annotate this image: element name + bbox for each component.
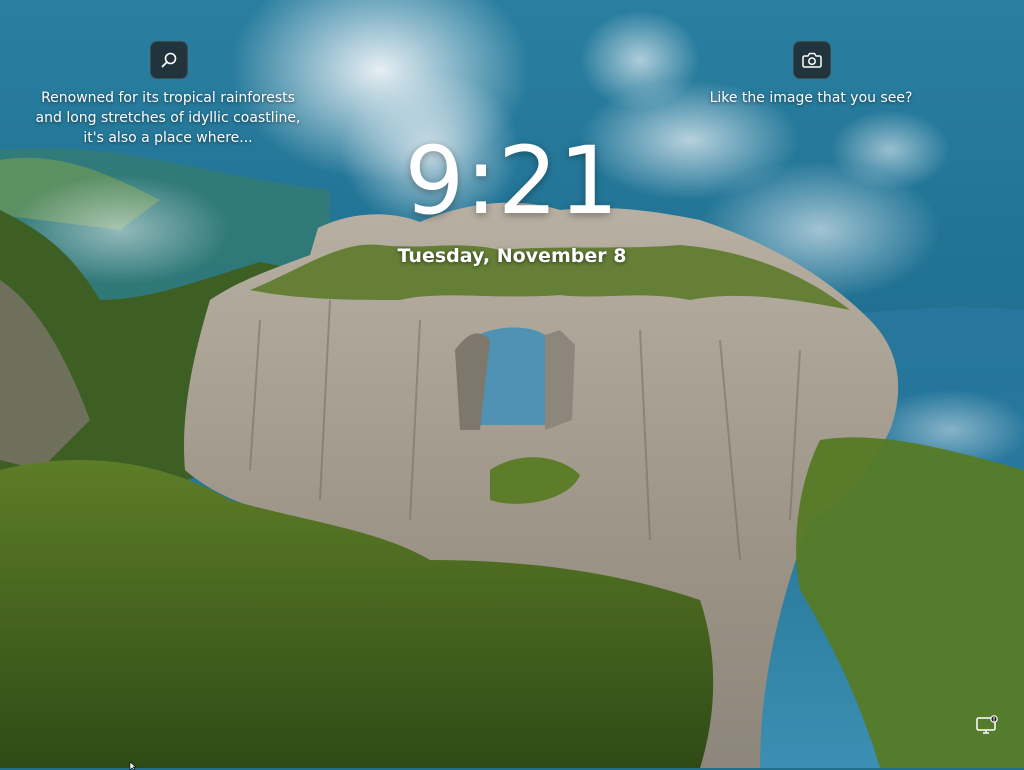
- network-icon: [976, 715, 998, 734]
- like-image-button[interactable]: [793, 41, 831, 79]
- search-icon: [161, 52, 177, 68]
- fact-line: Renowned for its tropical rainforests: [41, 90, 295, 106]
- mouse-cursor-icon: [129, 762, 137, 770]
- camera-icon: [802, 52, 822, 68]
- spotlight-search-button[interactable]: [150, 41, 188, 79]
- like-image-text[interactable]: Like the image that you see?: [700, 88, 922, 108]
- lockscreen-time: 9:21: [404, 127, 620, 236]
- fact-line: and long stretches of idyllic coastline,: [35, 110, 301, 126]
- network-button[interactable]: [974, 714, 1000, 738]
- lockscreen-date: Tuesday, November 8: [397, 245, 627, 267]
